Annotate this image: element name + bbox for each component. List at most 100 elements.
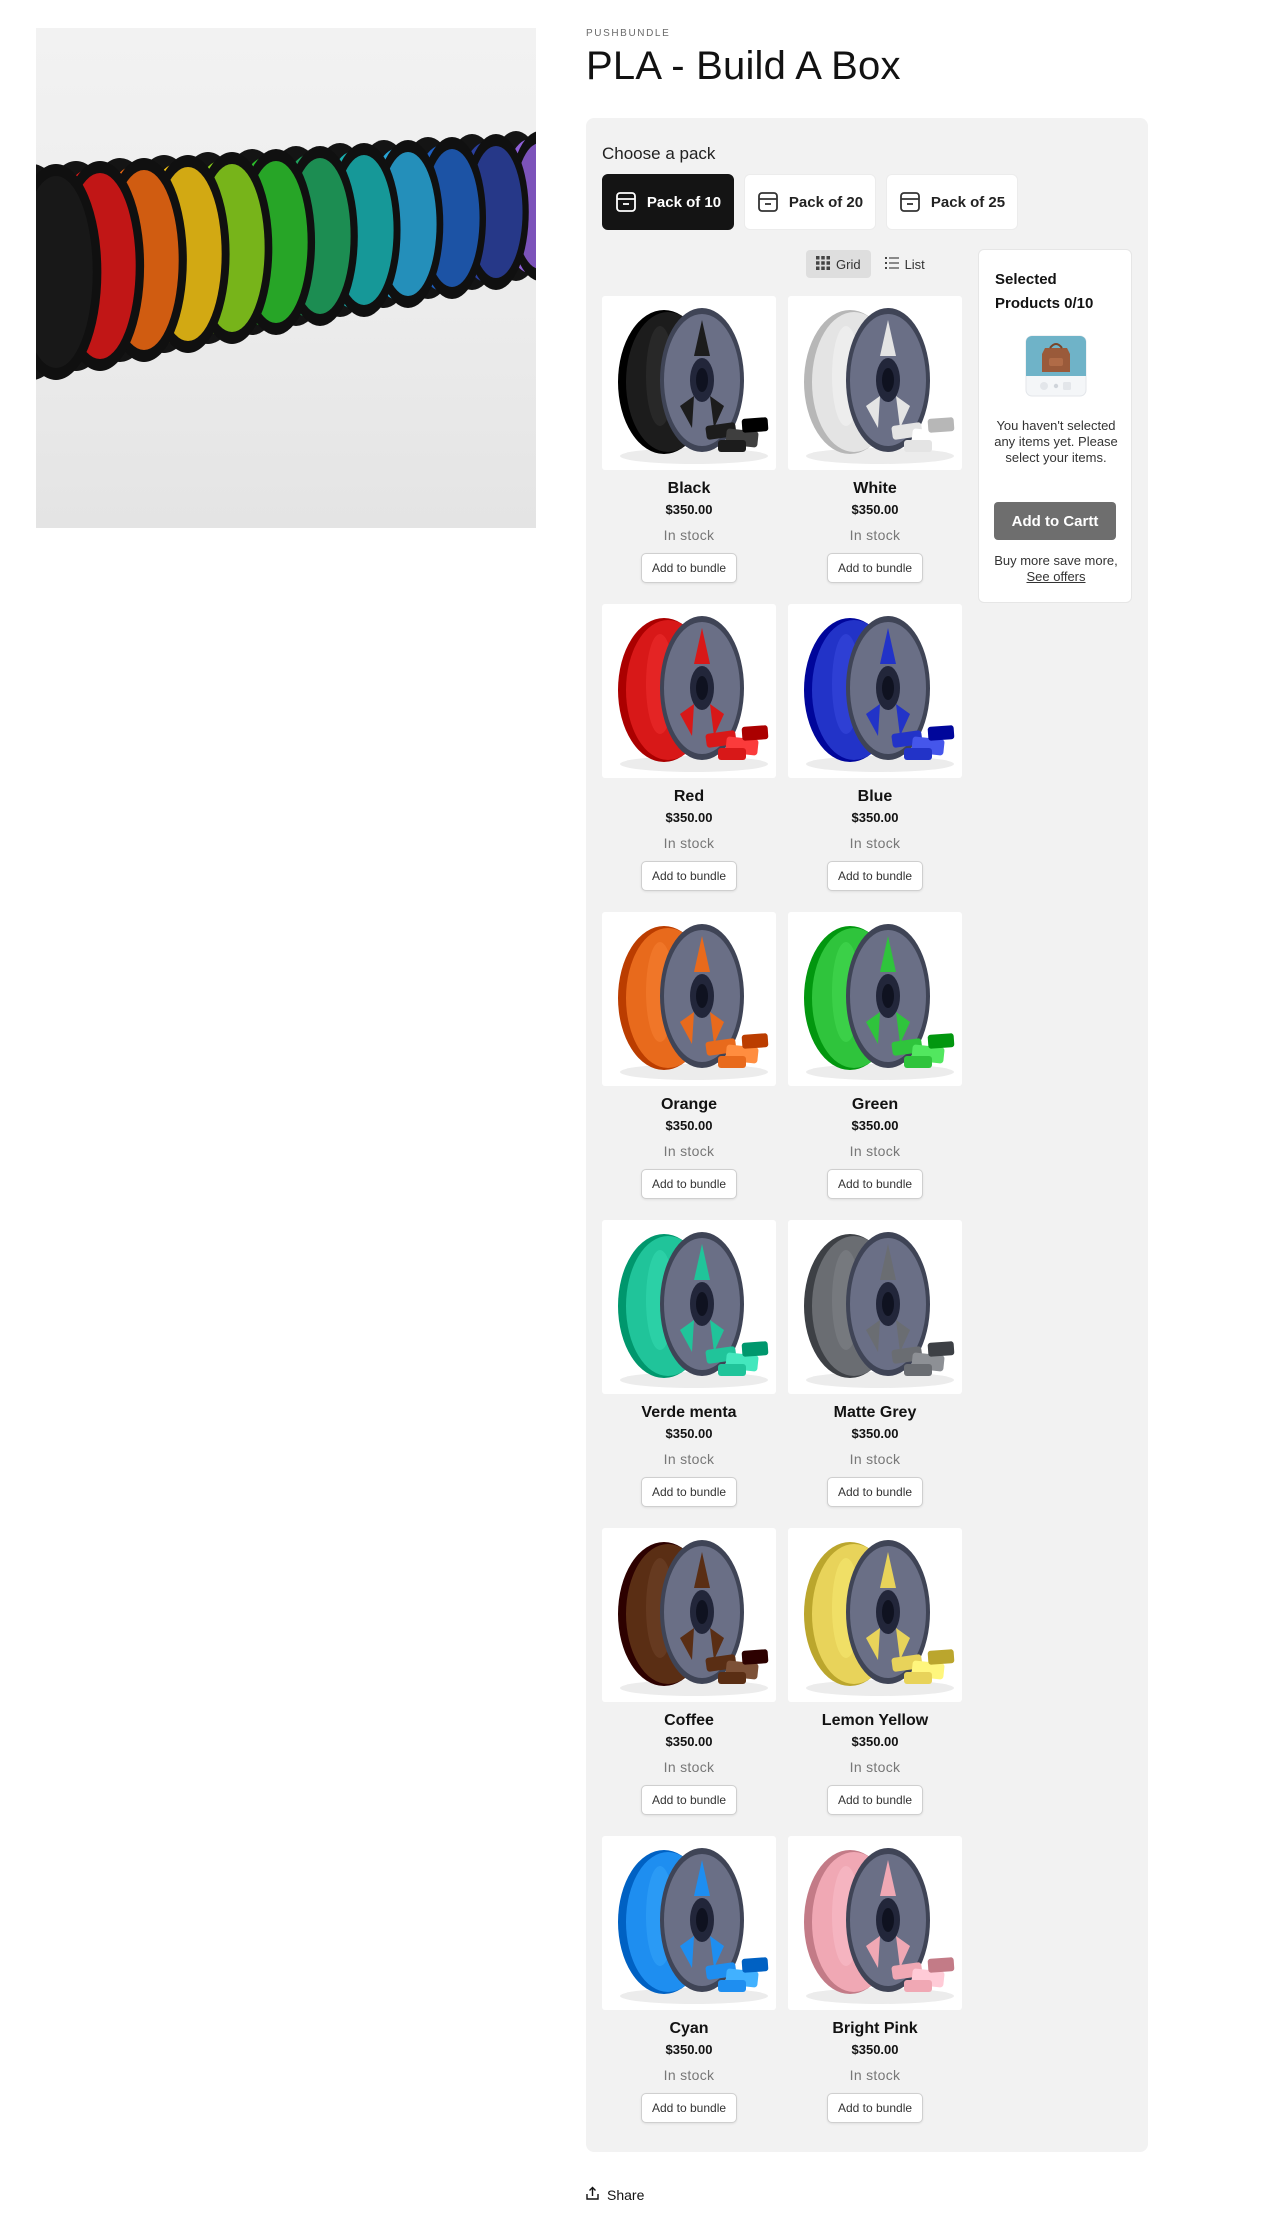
product-price: $350.00 xyxy=(851,2042,899,2057)
product-name: Orange xyxy=(660,1096,717,1113)
pack-options: Pack of 10 Pack of 20 Pack of 25 xyxy=(602,174,1018,230)
product-price: $350.00 xyxy=(851,1734,899,1749)
product-card: Bright Pink $350.00 In stock Add to bundle xyxy=(788,1836,962,2144)
add-to-bundle-button[interactable]: Add to bundle xyxy=(640,861,738,891)
product-vendor: PUSHBUNDLE xyxy=(586,28,671,39)
product-stock-status: In stock xyxy=(663,835,715,851)
product-name: Verde menta xyxy=(641,1404,737,1421)
product-stock-status: In stock xyxy=(849,1143,901,1159)
product-name: Bright Pink xyxy=(832,2020,918,2037)
selected-products-title: Selected Products 0/10 xyxy=(995,271,1094,312)
grid-view-label: Grid xyxy=(836,256,861,272)
product-title: PLA - Build A Box xyxy=(586,44,901,88)
product-card: Coffee $350.00 In stock Add to bundle xyxy=(602,1528,776,1836)
choose-pack-label: Choose a pack xyxy=(602,144,716,163)
product-grid: Black $350.00 In stock Add to bundle White $3… xyxy=(602,296,962,2144)
product-stock-status: In stock xyxy=(849,527,901,543)
pack-option-label: Pack of 25 xyxy=(930,193,1006,211)
product-name: White xyxy=(853,480,897,497)
add-to-bundle-button[interactable]: Add to bundle xyxy=(640,2093,738,2123)
add-to-bundle-button[interactable]: Add to bundle xyxy=(826,1169,924,1199)
product-image[interactable] xyxy=(788,1836,962,2010)
product-price: $350.00 xyxy=(665,2042,713,2057)
product-price: $350.00 xyxy=(665,1426,713,1441)
add-to-bundle-button[interactable]: Add to bundle xyxy=(640,1785,738,1815)
product-name: Cyan xyxy=(669,2020,709,2037)
product-stock-status: In stock xyxy=(849,1759,901,1775)
product-card: Green $350.00 In stock Add to bundle xyxy=(788,912,962,1220)
add-to-bundle-button[interactable]: Add to bundle xyxy=(640,1169,738,1199)
add-to-bundle-button[interactable]: Add to bundle xyxy=(826,1477,924,1507)
product-stock-status: In stock xyxy=(663,1143,715,1159)
add-to-bundle-button[interactable]: Add to bundle xyxy=(640,1477,738,1507)
product-stock-status: In stock xyxy=(663,2067,715,2083)
box-icon xyxy=(899,191,921,213)
list-icon xyxy=(884,256,899,272)
product-image[interactable] xyxy=(602,912,776,1086)
product-card: Verde menta $350.00 In stock Add to bundle xyxy=(602,1220,776,1528)
list-view-button[interactable]: List xyxy=(875,250,935,278)
add-to-bundle-button[interactable]: Add to bundle xyxy=(640,553,738,583)
product-card: Orange $350.00 In stock Add to bundle xyxy=(602,912,776,1220)
product-price: $350.00 xyxy=(851,1118,899,1133)
pack-option-20[interactable]: Pack of 20 xyxy=(744,174,876,230)
product-stock-status: In stock xyxy=(849,835,901,851)
product-image[interactable] xyxy=(602,1220,776,1394)
product-image[interactable] xyxy=(602,296,776,470)
product-price: $350.00 xyxy=(665,810,713,825)
product-card: Black $350.00 In stock Add to bundle xyxy=(602,296,776,604)
box-icon xyxy=(757,191,779,213)
product-card: White $350.00 In stock Add to bundle xyxy=(788,296,962,604)
product-price: $350.00 xyxy=(851,810,899,825)
product-stock-status: In stock xyxy=(663,527,715,543)
empty-bundle-illustration xyxy=(1023,334,1089,398)
box-icon xyxy=(615,191,637,213)
empty-bundle-message: You haven't selected any items yet. Plea… xyxy=(994,418,1118,465)
offer-text: Buy more save more, See offers xyxy=(989,553,1123,585)
product-name: Black xyxy=(667,480,711,497)
offer-label: Buy more save more, xyxy=(994,553,1118,568)
view-toggle: Grid List xyxy=(806,250,935,278)
see-offers-link[interactable]: See offers xyxy=(1026,569,1085,584)
pack-option-10[interactable]: Pack of 10 xyxy=(602,174,734,230)
pack-option-25[interactable]: Pack of 25 xyxy=(886,174,1018,230)
product-image[interactable] xyxy=(788,604,962,778)
share-button[interactable]: Share xyxy=(586,2186,644,2203)
pack-option-label: Pack of 10 xyxy=(646,193,722,211)
product-price: $350.00 xyxy=(851,502,899,517)
product-image[interactable] xyxy=(602,604,776,778)
product-name: Green xyxy=(851,1096,899,1113)
product-stock-status: In stock xyxy=(663,1451,715,1467)
product-price: $350.00 xyxy=(665,502,713,517)
product-image[interactable] xyxy=(602,1836,776,2010)
share-icon xyxy=(586,2186,599,2203)
product-price: $350.00 xyxy=(665,1118,713,1133)
product-image[interactable] xyxy=(602,1528,776,1702)
pack-option-label: Pack of 20 xyxy=(788,193,864,211)
selected-products-panel: Selected Products 0/10 You haven't selec… xyxy=(978,249,1132,603)
product-name: Coffee xyxy=(664,1712,714,1729)
add-to-bundle-button[interactable]: Add to bundle xyxy=(826,553,924,583)
list-view-label: List xyxy=(904,256,925,272)
product-hero-image xyxy=(36,28,536,528)
product-price: $350.00 xyxy=(665,1734,713,1749)
add-to-bundle-button[interactable]: Add to bundle xyxy=(826,1785,924,1815)
product-image[interactable] xyxy=(788,1220,962,1394)
product-name: Red xyxy=(673,788,705,805)
product-stock-status: In stock xyxy=(849,2067,901,2083)
add-to-cart-button[interactable]: Add to Cartt xyxy=(994,502,1116,540)
grid-view-button[interactable]: Grid xyxy=(806,250,871,278)
product-card: Lemon Yellow $350.00 In stock Add to bundle xyxy=(788,1528,962,1836)
product-image[interactable] xyxy=(788,912,962,1086)
product-image[interactable] xyxy=(788,296,962,470)
product-name: Blue xyxy=(857,788,893,805)
grid-icon xyxy=(816,255,830,273)
product-card: Red $350.00 In stock Add to bundle xyxy=(602,604,776,912)
product-price: $350.00 xyxy=(851,1426,899,1441)
share-label: Share xyxy=(607,2186,645,2203)
product-card: Blue $350.00 In stock Add to bundle xyxy=(788,604,962,912)
add-to-bundle-button[interactable]: Add to bundle xyxy=(826,861,924,891)
product-image[interactable] xyxy=(788,1528,962,1702)
product-name: Matte Grey xyxy=(833,1404,917,1421)
add-to-bundle-button[interactable]: Add to bundle xyxy=(826,2093,924,2123)
